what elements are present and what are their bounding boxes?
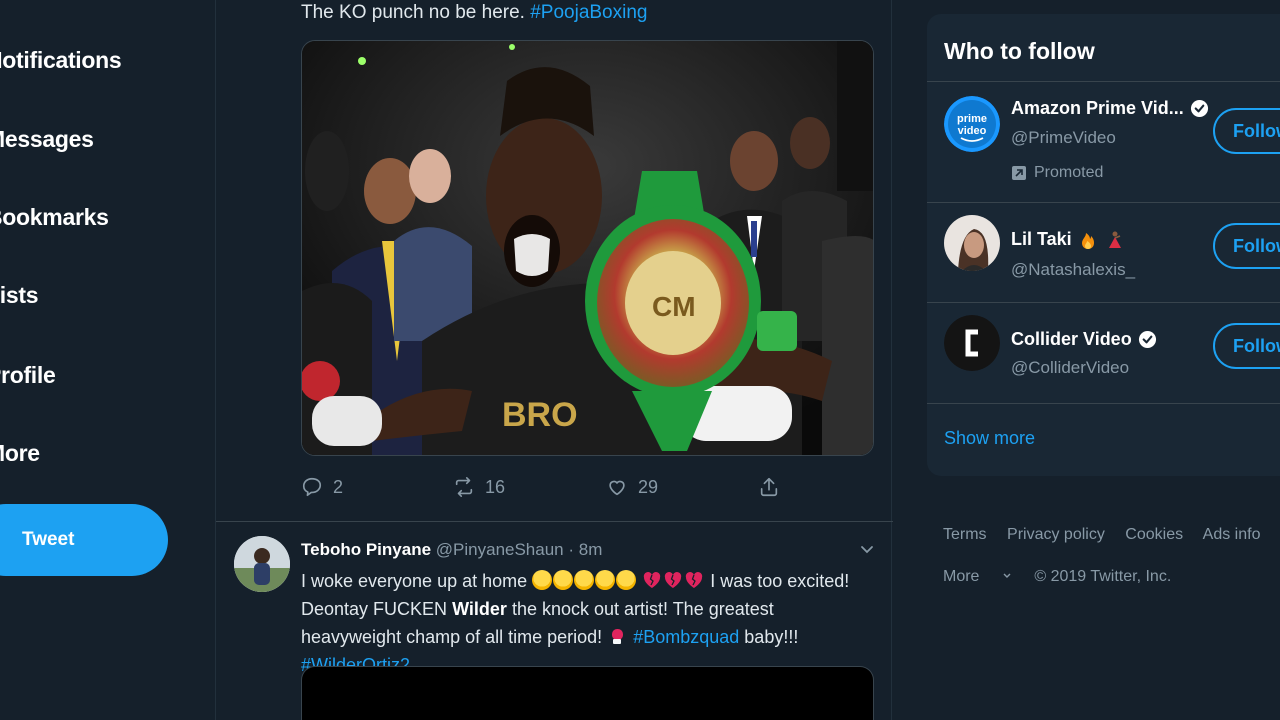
verified-badge-icon <box>1138 330 1156 349</box>
like-count: 29 <box>638 476 659 497</box>
follow-row-prime-video[interactable]: prime video Amazon Prime Vid... @PrimeVi… <box>927 82 1280 182</box>
footer-more-label: More <box>943 568 980 585</box>
tweet2-avatar[interactable] <box>234 536 290 592</box>
tweet2-hashtag-bombzquad[interactable]: #Bombzquad <box>633 627 739 647</box>
reply-count: 2 <box>333 476 344 497</box>
tweet1-text-body: The KO punch no be here. <box>301 2 525 23</box>
nav-profile-label: Profile <box>0 361 56 388</box>
footer-links: Terms Privacy policy Cookies Ads info <box>943 526 1276 544</box>
svg-text:BRO: BRO <box>502 396 578 434</box>
tweet-button[interactable]: Tweet <box>0 504 168 576</box>
nav-bookmarks-label: Bookmarks <box>0 203 109 230</box>
nav-more-label: More <box>0 439 40 466</box>
retweet-count: 16 <box>485 476 506 497</box>
tweet1-actions: 2 16 29 <box>301 476 801 508</box>
collider-video-name-row: Collider Video <box>1011 329 1157 350</box>
fire-emoji-icon <box>1081 232 1094 249</box>
footer-row-2: More © 2019 Twitter, Inc. <box>943 568 1189 586</box>
tweet2-media[interactable] <box>301 666 874 720</box>
prime-video-handle: @PrimeVideo <box>1011 128 1116 147</box>
nav-lists-label: Lists <box>0 281 39 308</box>
boxing-glove-emoji-icon <box>607 627 628 647</box>
timeline: The KO punch no be here. #PoojaBoxing BR… <box>215 0 893 720</box>
footer-ads-info[interactable]: Ads info <box>1203 526 1261 543</box>
broken-heart-emoji-icon <box>642 571 705 591</box>
tweet2-timestamp[interactable]: · 8m <box>568 540 602 559</box>
footer-privacy[interactable]: Privacy policy <box>1007 526 1105 543</box>
tweet2-author-handle[interactable]: @PinyaneShaun <box>436 540 564 559</box>
left-navigation: Notifications Messages Bookmarks Lists P… <box>0 0 215 720</box>
retweet-action[interactable]: 16 <box>453 476 505 498</box>
collider-video-handle: @ColliderVideo <box>1011 358 1130 377</box>
footer-copyright: © 2019 Twitter, Inc. <box>1034 568 1172 585</box>
nav-profile[interactable]: Profile <box>0 355 69 395</box>
tweet2-text-part1: I woke everyone up at home <box>301 571 528 591</box>
lil-taki-name-row: Lil Taki <box>1011 229 1124 250</box>
tweet1-hashtag[interactable]: #PoojaBoxing <box>530 2 647 23</box>
footer-terms[interactable]: Terms <box>943 526 987 543</box>
who-to-follow-panel: Who to follow prime video Amazon Prime V… <box>927 14 1280 476</box>
retweet-icon <box>455 477 473 497</box>
collider-logo <box>944 315 1000 371</box>
footer-cookies[interactable]: Cookies <box>1125 526 1183 543</box>
tweet2[interactable]: Teboho Pinyane @PinyaneShaun · 8m I woke… <box>216 522 893 720</box>
dancer-emoji-icon <box>1108 231 1121 248</box>
tweet-button-label: Tweet <box>22 529 75 550</box>
promoted-text: Promoted <box>1034 164 1104 181</box>
svg-text:CM: CM <box>652 291 696 322</box>
nav-lists[interactable]: Lists <box>0 275 52 315</box>
tweet2-header: Teboho Pinyane @PinyaneShaun · 8m <box>301 540 602 560</box>
tweet1-photo[interactable]: BRO CM <box>301 40 874 456</box>
reply-icon <box>302 477 322 497</box>
prime-video-avatar[interactable]: prime video <box>944 96 1000 152</box>
share-icon <box>760 477 778 497</box>
tweet2-text-part4: baby!!! <box>744 627 799 647</box>
nav-notifications[interactable]: Notifications <box>0 40 135 80</box>
prime-video-name-row: Amazon Prime Vid... <box>1011 98 1209 119</box>
collider-video-avatar[interactable] <box>944 315 1000 371</box>
share-action[interactable] <box>758 476 780 498</box>
nav-messages-label: Messages <box>0 125 94 152</box>
tweet2-author-name[interactable]: Teboho Pinyane <box>301 540 431 559</box>
laughing-emoji-icon <box>532 570 637 591</box>
verified-badge-icon <box>1190 99 1208 118</box>
footer-more[interactable]: More <box>943 568 1012 585</box>
show-more-link[interactable]: Show more <box>944 428 1035 449</box>
promoted-icon <box>1012 166 1026 180</box>
like-action[interactable]: 29 <box>606 476 658 498</box>
chevron-down-icon <box>1003 573 1011 578</box>
follow-button-label: Follow <box>1233 335 1280 356</box>
lil-taki-name[interactable]: Lil Taki <box>1011 229 1072 250</box>
sidebar-divider <box>927 403 1280 404</box>
follow-button-lil-taki[interactable]: Follow <box>1213 223 1280 269</box>
follow-button-label: Follow <box>1233 235 1280 256</box>
nav-bookmarks[interactable]: Bookmarks <box>0 197 123 237</box>
tweet2-text-bold: Wilder <box>452 599 507 619</box>
follow-button-collider-video[interactable]: Follow <box>1213 323 1280 369</box>
nav-more[interactable]: More <box>0 433 54 473</box>
who-to-follow-title: Who to follow <box>944 38 1095 64</box>
svg-text:prime: prime <box>957 113 987 125</box>
follow-button-prime-video[interactable]: Follow <box>1213 108 1280 154</box>
tweet1-text: The KO punch no be here. #PoojaBoxing <box>301 2 647 24</box>
follow-row-lil-taki[interactable]: Lil Taki @Natashalexis_ Follow <box>927 203 1280 303</box>
heart-icon <box>609 480 625 496</box>
collider-video-name[interactable]: Collider Video <box>1011 329 1132 350</box>
prime-video-name[interactable]: Amazon Prime Vid... <box>1011 98 1184 119</box>
nav-messages[interactable]: Messages <box>0 119 108 159</box>
reply-action[interactable]: 2 <box>301 476 343 498</box>
tweet2-text: I woke everyone up at home I was too exc… <box>301 567 861 679</box>
lil-taki-avatar[interactable] <box>944 215 1000 271</box>
avatar-image <box>234 536 290 592</box>
follow-button-label: Follow <box>1233 120 1280 141</box>
prime-video-logo: prime video <box>944 96 1000 152</box>
svg-text:video: video <box>958 125 987 137</box>
nav-notifications-label: Notifications <box>0 46 122 73</box>
lil-taki-photo <box>944 215 1000 271</box>
follow-row-collider-video[interactable]: Collider Video @ColliderVideo Follow <box>927 303 1280 403</box>
chevron-down-icon[interactable] <box>859 542 875 558</box>
promoted-label: Promoted <box>1011 164 1103 182</box>
boxer-with-belt-photo: BRO CM <box>302 41 873 455</box>
lil-taki-handle: @Natashalexis_ <box>1011 260 1136 279</box>
